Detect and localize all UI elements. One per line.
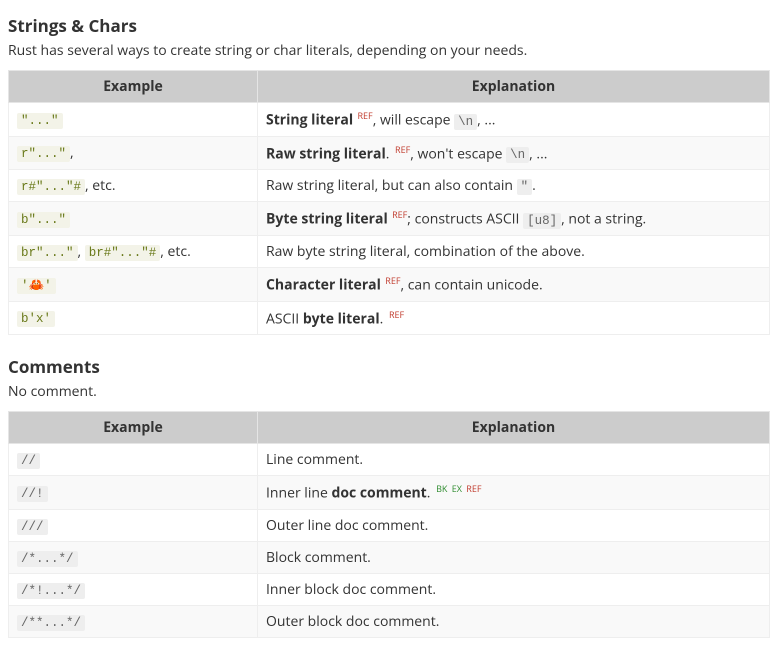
example-cell: '🦀' — [9, 267, 258, 301]
explanation-cell: Character literal REF, can contain unico… — [258, 267, 770, 301]
table-row: /*...*/ Block comment. — [9, 541, 770, 573]
ref-badge[interactable]: REF — [355, 109, 373, 122]
bold-text: byte literal — [303, 309, 380, 328]
table-row: /*!...*/ Inner block doc comment. — [9, 573, 770, 605]
explanation-cell: Raw byte string literal, combination of … — [258, 235, 770, 267]
example-cell: /// — [9, 509, 258, 541]
example-cell: "..." — [9, 103, 258, 137]
code-literal: [u8] — [523, 213, 561, 229]
column-header: Explanation — [258, 412, 770, 444]
bold-text: Byte string literal — [266, 210, 388, 229]
example-cell: /*...*/ — [9, 541, 258, 573]
table-row: b"..." Byte string literal REF; construct… — [9, 202, 770, 236]
section-title: Comments — [8, 355, 770, 378]
table-row: r#"..."#, etc.Raw string literal, but ca… — [9, 170, 770, 202]
table-row: //! Inner line doc comment. BK EX REF — [9, 476, 770, 510]
explanation-cell: Byte string literal REF; constructs ASCI… — [258, 202, 770, 236]
code-literal: \n — [454, 114, 477, 130]
code-literal: r"..." — [17, 146, 70, 162]
explanation-cell: Inner line doc comment. BK EX REF — [258, 476, 770, 510]
ref-badge[interactable]: REF — [389, 308, 404, 321]
code-literal: '🦀' — [17, 278, 56, 294]
example-cell: /*!...*/ — [9, 573, 258, 605]
table-row: /// Outer line doc comment. — [9, 509, 770, 541]
bold-text: doc comment — [331, 484, 426, 503]
ref-badge[interactable]: REF — [383, 274, 401, 287]
example-cell: /**...*/ — [9, 605, 258, 637]
example-cell: //! — [9, 476, 258, 510]
example-cell: b'x' — [9, 301, 258, 335]
code-literal: /**...*/ — [17, 615, 85, 631]
table-row: br"...", br#"..."#, etc.Raw byte string … — [9, 235, 770, 267]
table-row: '🦀' Character literal REF, can contain un… — [9, 267, 770, 301]
explanation-cell: Line comment. — [258, 444, 770, 476]
explanation-cell: Raw string literal, but can also contain… — [258, 170, 770, 202]
ref-badge[interactable]: BK — [436, 482, 447, 495]
bold-text: Raw string literal — [266, 144, 386, 163]
explanation-cell: Block comment. — [258, 541, 770, 573]
column-header: Example — [9, 71, 258, 103]
ref-badge[interactable]: REF — [390, 208, 408, 221]
explanation-cell: Outer block doc comment. — [258, 605, 770, 637]
code-literal: br"..." — [17, 245, 78, 261]
section-lead: Rust has several ways to create string o… — [8, 41, 770, 60]
code-literal: br#"..."# — [85, 245, 161, 261]
bold-text: Character literal — [266, 276, 381, 295]
code-literal: "..." — [17, 113, 63, 129]
table-row: /**...*/ Outer block doc comment. — [9, 605, 770, 637]
example-cell: r"...", — [9, 136, 258, 170]
code-literal: r#"..."# — [17, 179, 85, 195]
section-title: Strings & Chars — [8, 14, 770, 37]
explanation-cell: ASCII byte literal. REF — [258, 301, 770, 335]
explanation-cell: String literal REF, will escape \n, ... — [258, 103, 770, 137]
ref-badge[interactable]: EX — [449, 482, 462, 495]
code-literal: /// — [17, 519, 48, 535]
table-row: b'x' ASCII byte literal. REF — [9, 301, 770, 335]
table-row: "..." String literal REF, will escape \n,… — [9, 103, 770, 137]
table-row: r"...",Raw string literal. REF, won't es… — [9, 136, 770, 170]
code-literal: \n — [506, 147, 529, 163]
code-literal: b"..." — [17, 212, 70, 228]
code-literal: // — [17, 453, 40, 469]
example-cell: r#"..."#, etc. — [9, 170, 258, 202]
ref-badge[interactable]: REF — [395, 143, 410, 156]
code-literal: //! — [17, 486, 48, 502]
code-literal: " — [517, 179, 533, 195]
explanation-cell: Raw string literal. REF, won't escape \n… — [258, 136, 770, 170]
section-lead: No comment. — [8, 382, 770, 401]
example-cell: b"..." — [9, 202, 258, 236]
explanation-cell: Outer line doc comment. — [258, 509, 770, 541]
code-literal: b'x' — [17, 311, 55, 327]
example-cell: br"...", br#"..."#, etc. — [9, 235, 258, 267]
column-header: Example — [9, 412, 258, 444]
column-header: Explanation — [258, 71, 770, 103]
example-cell: // — [9, 444, 258, 476]
ref-badge[interactable]: REF — [464, 482, 482, 495]
code-literal: /*!...*/ — [17, 583, 85, 599]
code-literal: /*...*/ — [17, 551, 78, 567]
explanation-cell: Inner block doc comment. — [258, 573, 770, 605]
reference-table: ExampleExplanation "..." String literal RE… — [8, 70, 770, 335]
bold-text: String literal — [266, 111, 353, 130]
table-row: // Line comment. — [9, 444, 770, 476]
